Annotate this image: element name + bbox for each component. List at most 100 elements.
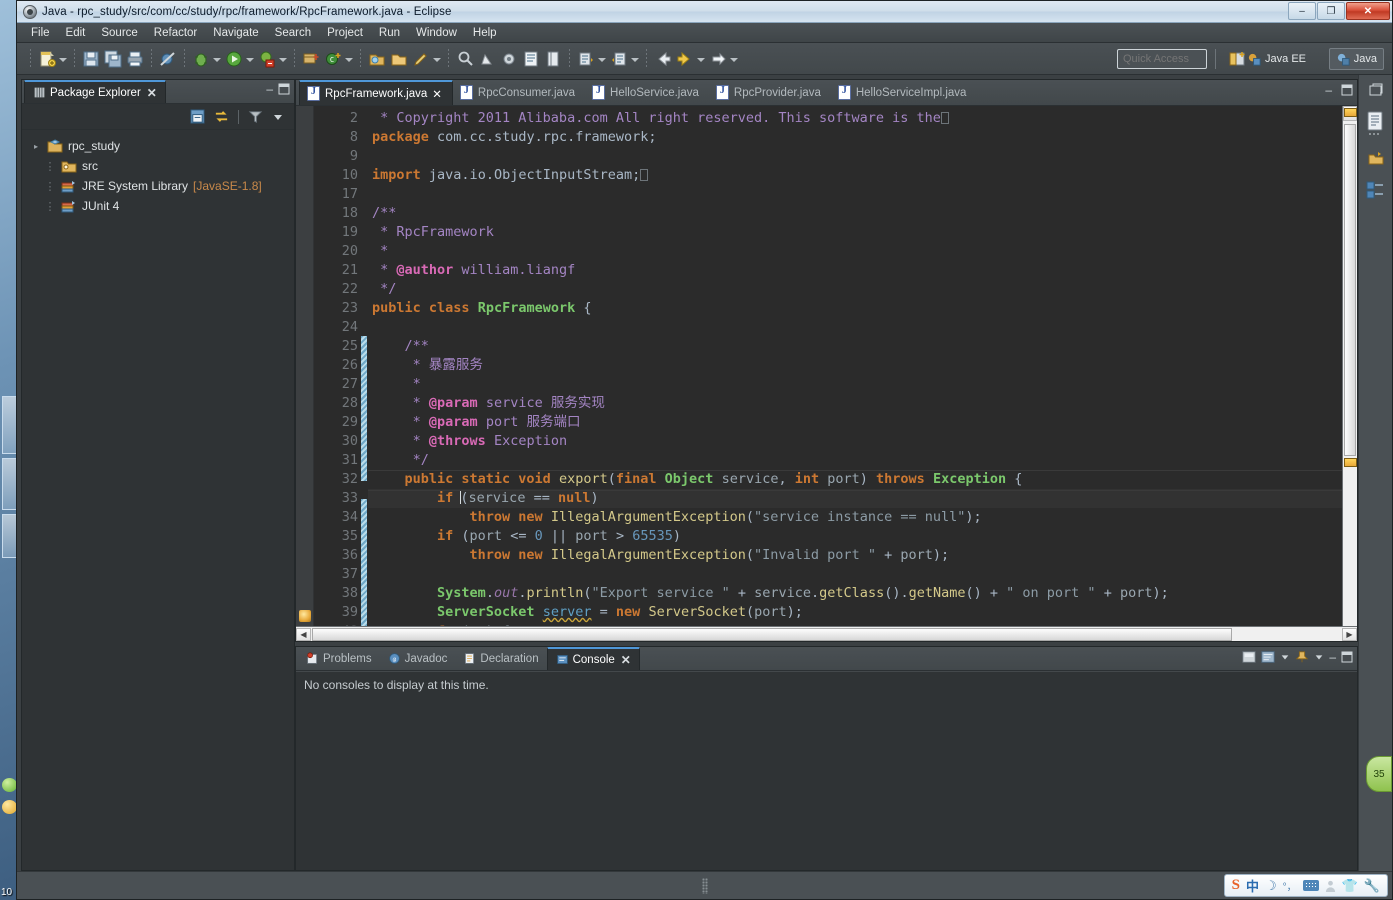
folded-region-icon[interactable] (640, 169, 649, 181)
display-selected-console-icon[interactable] (1261, 650, 1275, 664)
scrollbar-thumb[interactable] (1344, 124, 1356, 456)
perspective-java-ee[interactable]: Java EE (1241, 48, 1312, 70)
maximize-view-icon[interactable] (278, 83, 290, 95)
close-icon[interactable]: ✕ (147, 86, 157, 100)
run-coverage-dropdown-icon[interactable] (278, 50, 287, 68)
overview-warning-marker[interactable] (1344, 108, 1357, 117)
new-wizard-icon[interactable] (37, 49, 57, 69)
source-text[interactable]: * Copyright 2011 Alibaba.com All right r… (368, 106, 1342, 626)
desktop-icon-green[interactable] (2, 778, 17, 792)
run-coverage-icon[interactable] (257, 49, 277, 69)
restore-icon[interactable] (1367, 81, 1385, 99)
overview-warning-marker[interactable] (1344, 458, 1357, 467)
back-dropdown-icon[interactable] (696, 50, 705, 68)
scrollbar-thumb[interactable] (312, 627, 1232, 641)
run-icon[interactable] (224, 49, 244, 69)
editor-vertical-scrollbar[interactable]: ▲ (1342, 106, 1357, 626)
ime-punctuation-icon[interactable]: °， (1283, 878, 1297, 893)
menu-run[interactable]: Run (371, 25, 408, 41)
ime-mode-icon[interactable]: 中 (1246, 876, 1259, 895)
close-icon[interactable]: ✕ (621, 653, 631, 667)
skip-all-breakpoints-icon[interactable] (158, 49, 178, 69)
forward-icon[interactable] (675, 49, 695, 69)
tab-declaration[interactable]: Declaration (455, 647, 546, 670)
minimize-editor-icon[interactable]: – (1325, 84, 1332, 96)
menu-edit[interactable]: Edit (58, 25, 94, 41)
chevron-down-icon[interactable] (1280, 652, 1290, 662)
menu-source[interactable]: Source (93, 25, 145, 41)
editor-tab-helloservice[interactable]: HelloService.java (585, 80, 709, 105)
new-java-package-icon[interactable] (301, 49, 321, 69)
search-icon[interactable] (455, 49, 475, 69)
previous-annotation-icon[interactable] (609, 49, 629, 69)
open-task-icon[interactable] (389, 49, 409, 69)
chevron-down-icon[interactable] (272, 111, 284, 123)
menu-window[interactable]: Window (408, 25, 465, 41)
maximize-button[interactable]: ❐ (1317, 2, 1345, 20)
tree-item-junit-4[interactable]: ⋮ JUnit 4 (28, 196, 294, 216)
sogou-logo-icon[interactable]: S (1232, 877, 1240, 894)
tab-problems[interactable]: Problems (298, 647, 380, 670)
editor-tab-helloserviceimpl[interactable]: HelloServiceImpl.java (831, 80, 977, 105)
chevron-down-icon[interactable] (1314, 652, 1324, 662)
next-annotation-icon[interactable] (576, 49, 596, 69)
save-all-icon[interactable] (103, 49, 123, 69)
toolbox-icon[interactable]: 🔧 (1364, 878, 1380, 894)
maximize-editor-icon[interactable] (1341, 84, 1353, 96)
minimize-view-icon[interactable]: – (1329, 651, 1336, 663)
new-wizard-dropdown-icon[interactable] (58, 50, 67, 68)
menu-search[interactable]: Search (267, 25, 319, 41)
print-icon[interactable] (125, 49, 145, 69)
last-edit-location-icon[interactable] (477, 49, 497, 69)
editor-horizontal-scrollbar[interactable]: ◀ ▶ (296, 626, 1357, 641)
forward-nav-dropdown-icon[interactable] (729, 50, 738, 68)
debug-icon[interactable] (191, 49, 211, 69)
new-java-class-icon[interactable]: C (323, 49, 343, 69)
sogou-ime-toolbar[interactable]: S 中 ☽ °， 👕 🔧 (1223, 874, 1388, 897)
close-button[interactable]: ✕ (1346, 2, 1390, 20)
expand-arrow-icon[interactable]: ▸ (30, 142, 42, 151)
outline-view-icon[interactable] (1365, 111, 1387, 137)
forward-nav-icon[interactable] (708, 49, 728, 69)
collapse-all-icon[interactable] (190, 109, 205, 124)
ime-shape-icon[interactable]: ☽ (1265, 878, 1277, 894)
maximize-view-icon[interactable] (1341, 651, 1353, 663)
run-dropdown-icon[interactable] (245, 50, 254, 68)
scroll-right-icon[interactable]: ▶ (1342, 627, 1357, 641)
tab-package-explorer[interactable]: Package Explorer ✕ (24, 80, 166, 103)
user-icon[interactable] (1325, 880, 1336, 892)
perspective-java[interactable]: Java (1328, 48, 1384, 70)
new-java-class-dropdown-icon[interactable] (344, 50, 353, 68)
view-menu-filter-icon[interactable] (248, 109, 263, 124)
task-list-icon[interactable] (1366, 149, 1386, 167)
minimize-view-icon[interactable]: – (266, 83, 273, 95)
menu-project[interactable]: Project (319, 25, 371, 41)
floating-badge[interactable]: 35 (1366, 756, 1392, 792)
tree-item-rpc-study[interactable]: ▸ rpc_study (28, 136, 294, 156)
tab-console[interactable]: Console ✕ (546, 647, 640, 670)
edit-dropdown-icon[interactable] (432, 50, 441, 68)
resize-grip[interactable] (701, 877, 708, 894)
show-whitespace-icon[interactable] (543, 49, 563, 69)
open-console-icon[interactable] (1242, 650, 1256, 664)
keyboard-icon[interactable] (1302, 880, 1319, 891)
tree-item-jre-system-library[interactable]: ⋮ JRE System Library [JavaSE-1.8] (28, 176, 294, 196)
editor-tab-rpcframework[interactable]: RpcFramework.java ✕ (299, 80, 453, 105)
pin-console-icon[interactable] (1295, 650, 1309, 664)
back-icon[interactable] (653, 49, 673, 69)
quick-access-input[interactable] (1117, 49, 1207, 69)
link-with-editor-icon[interactable] (214, 109, 229, 124)
close-icon[interactable]: ✕ (432, 87, 442, 101)
editor-tab-rpcprovider[interactable]: RpcProvider.java (709, 80, 831, 105)
warning-marker-icon[interactable] (299, 610, 311, 622)
outline-tree-icon[interactable] (1365, 179, 1387, 201)
skin-icon[interactable]: 👕 (1342, 878, 1358, 894)
external-tools-icon[interactable] (499, 49, 519, 69)
toggle-mark-occurrences-icon[interactable] (521, 49, 541, 69)
edit-icon[interactable] (411, 49, 431, 69)
menu-refactor[interactable]: Refactor (146, 25, 205, 41)
next-annotation-dropdown-icon[interactable] (597, 50, 606, 68)
menu-navigate[interactable]: Navigate (205, 25, 266, 41)
open-type-icon[interactable] (367, 49, 387, 69)
tab-javadoc[interactable]: @ Javadoc (380, 647, 456, 670)
